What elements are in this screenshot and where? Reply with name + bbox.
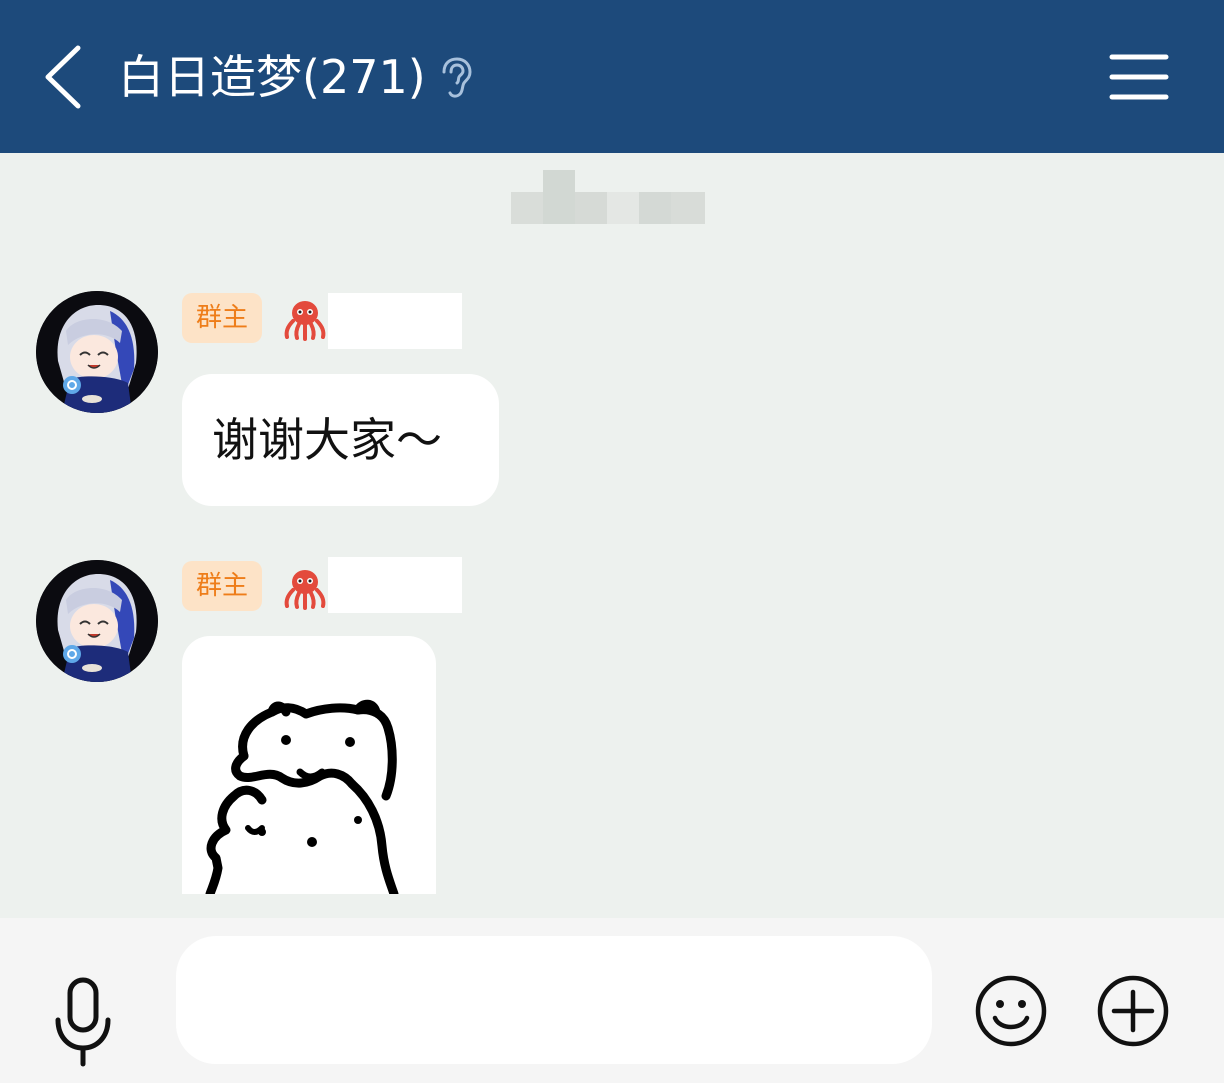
sender-name-redacted [328,293,462,349]
octopus-icon [284,301,326,341]
anime-avatar-image [36,560,158,682]
plus-circle-icon [1097,975,1169,1047]
octopus-icon [284,570,326,610]
sender-avatar[interactable] [36,560,158,682]
chat-header: 白日造梦(271) [0,0,1224,153]
message-input[interactable] [176,936,932,1064]
owner-badge: 群主 [182,561,263,611]
owner-badge: 群主 [182,293,263,343]
ear-icon[interactable] [438,56,474,100]
voice-input-button[interactable] [50,976,116,1068]
cat-sticker [205,699,399,894]
more-options-button[interactable] [1096,974,1170,1048]
composer-bar [0,918,1224,1083]
sender-avatar[interactable] [36,291,158,413]
back-button[interactable] [40,44,90,110]
chevron-left-icon [45,45,81,109]
group-menu-button[interactable] [1108,52,1170,102]
emoji-button[interactable] [974,974,1048,1048]
anime-avatar-image [36,291,158,413]
smiley-icon [975,975,1047,1047]
message-text: 谢谢大家～ [212,413,442,467]
hamburger-menu-icon [1109,54,1169,100]
message-bubble[interactable]: 谢谢大家～ [182,374,499,506]
group-title[interactable]: 白日造梦(271) [118,42,426,112]
message-timestamp [511,170,705,224]
sticker-message[interactable] [182,636,436,894]
sender-name-redacted [328,557,462,613]
microphone-icon [55,977,111,1067]
